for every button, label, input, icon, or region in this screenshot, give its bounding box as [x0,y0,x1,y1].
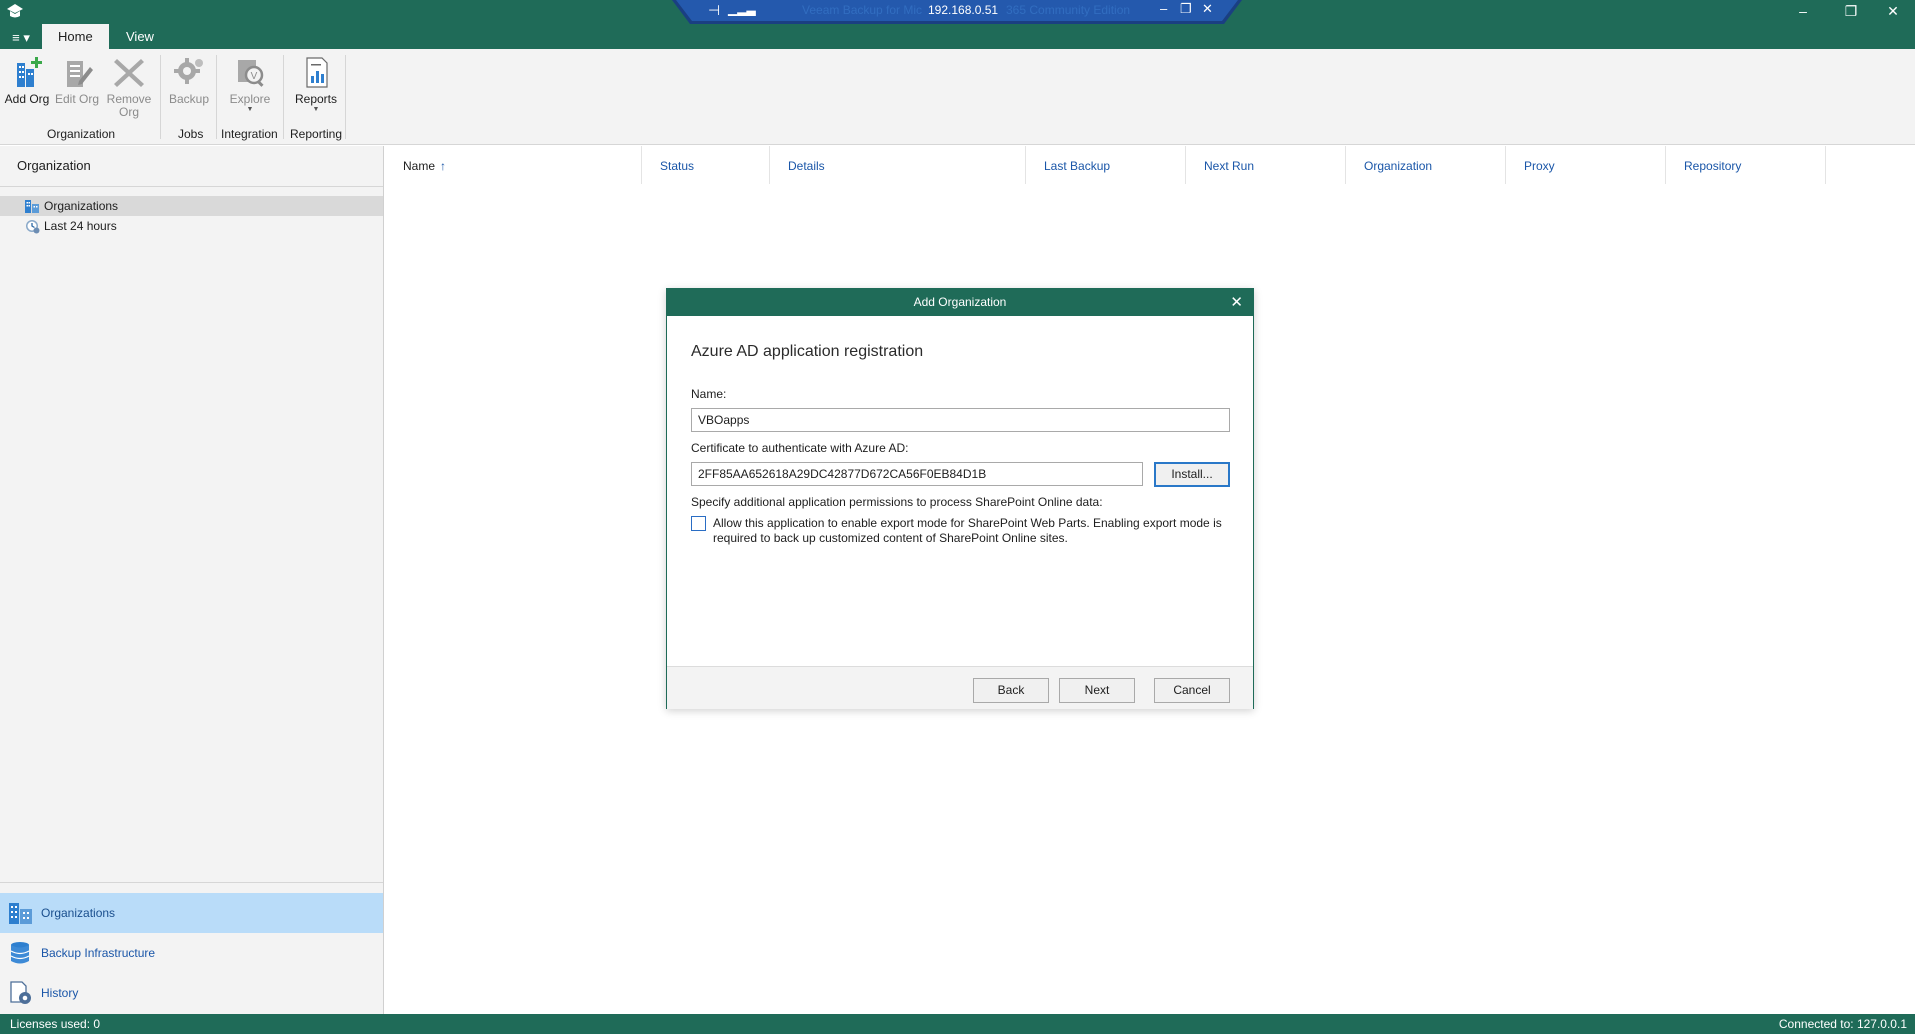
nav-history[interactable]: History [0,973,383,1013]
divider [0,882,383,883]
remote-title-faded: Veeam Backup for Mic [802,3,923,17]
tree-item-label: Organizations [44,199,119,213]
back-button[interactable]: Back [973,678,1049,703]
tab-home[interactable]: Home [42,24,109,49]
ribbon-separator [283,55,284,139]
column-header-details[interactable]: Details [770,146,1026,184]
app-menu-button[interactable]: ≡ ▾ [6,28,36,48]
add-org-icon [17,57,42,87]
edit-org-icon [67,61,93,87]
svg-text:V: V [251,71,258,82]
pin-icon[interactable]: ⊣ [708,2,720,19]
export-mode-label[interactable]: Allow this application to enable export … [713,516,1233,546]
nav-label: Backup Infrastructure [41,946,156,960]
status-bar: Licenses used: 0 Connected to: 127.0.0.1 [0,1014,1915,1034]
database-icon [10,942,30,964]
name-input[interactable]: VBOapps [691,408,1230,432]
remote-title-faded-right: 365 Community Edition [1006,3,1131,17]
organizations-icon [25,200,39,213]
cancel-button[interactable]: Cancel [1154,678,1230,703]
remote-restore-icon[interactable]: ❐ [1180,1,1192,17]
ribbon-separator [345,55,346,139]
remote-session-bar: ⊣ ▁▂▃ Veeam Backup for Mic 192.168.0.51 … [672,0,1242,24]
certificate-input[interactable]: 2FF85AA652618A29DC42877D672CA56F0EB84D1B [691,462,1143,486]
title-bar: ≡ ▾ Home View ⊣ ▁▂▃ Veeam Backup for Mic… [0,0,1915,49]
ribbon: Add Org Edit Org Remove Org Organization… [0,49,1915,145]
left-panel: Organization Organizations Last 24 hours [0,146,384,1014]
connection-status: Connected to: 127.0.0.1 [1778,1017,1907,1031]
nav-label: History [41,986,79,1000]
app-logo-icon [7,4,23,18]
group-label-jobs: Jobs [178,127,204,141]
group-label-integration: Integration [221,127,278,141]
column-header-name[interactable]: Name ↑ [385,146,642,184]
remove-org-button[interactable]: Remove Org [104,55,154,119]
explore-label: Explore [229,92,271,106]
sort-ascending-icon: ↑ [440,159,447,173]
close-icon[interactable]: ✕ [1870,1,1915,21]
install-button[interactable]: Install... [1154,462,1230,487]
explore-icon: V [238,60,264,87]
edit-org-label: Edit Org [54,92,99,106]
add-org-button[interactable]: Add Org [2,55,52,106]
edit-org-button[interactable]: Edit Org [52,55,102,106]
certificate-label: Certificate to authenticate with Azure A… [691,441,909,455]
column-label: Name [403,159,436,173]
next-button[interactable]: Next [1059,678,1135,703]
ribbon-separator [160,55,161,139]
reports-label: Reports [294,92,338,106]
tree-item-last-24-hours[interactable]: Last 24 hours [0,216,383,236]
remote-close-icon[interactable]: ✕ [1202,1,1213,17]
column-header-status[interactable]: Status [642,146,770,184]
chevron-down-icon: ▼ [246,106,254,113]
organizations-icon [9,903,32,924]
backup-button[interactable]: Backup [164,55,214,106]
backup-gear-icon [174,58,203,84]
remote-ip: 192.168.0.51 [928,3,999,17]
remote-minimize-icon[interactable]: – [1160,1,1167,16]
add-organization-dialog: Add Organization ✕ Azure AD application … [666,288,1254,709]
ribbon-separator [216,55,217,139]
dialog-close-icon[interactable]: ✕ [1230,289,1243,316]
group-label-organization: Organization [47,127,116,141]
dialog-heading: Azure AD application registration [691,343,924,360]
dialog-footer: Back Next Cancel [667,667,1253,709]
backup-label: Backup [168,92,210,106]
remove-org-label: Remove Org [106,92,152,119]
permissions-label: Specify additional application permissio… [691,495,1103,509]
nav-organizations[interactable]: Organizations [0,893,383,933]
explore-button[interactable]: V Explore ▼ [225,55,275,113]
column-header-last-backup[interactable]: Last Backup [1026,146,1186,184]
licenses-status: Licenses used: 0 [10,1017,101,1031]
column-header-proxy[interactable]: Proxy [1506,146,1666,184]
nav-label: Organizations [41,906,116,920]
divider [0,186,383,187]
column-header-next-run[interactable]: Next Run [1186,146,1346,184]
remove-icon [114,59,144,87]
tree-item-organizations[interactable]: Organizations [0,196,383,216]
dialog-title: Add Organization [667,289,1253,316]
tree-item-label: Last 24 hours [44,219,117,233]
name-label: Name: [691,387,727,401]
chevron-down-icon: ▼ [312,106,320,113]
add-org-label: Add Org [4,92,50,106]
tab-view[interactable]: View [110,24,170,49]
column-header-organization[interactable]: Organization [1346,146,1506,184]
restore-icon[interactable]: ❐ [1828,1,1874,21]
history-clock-icon [26,220,40,234]
nav-backup-infrastructure[interactable]: Backup Infrastructure [0,933,383,973]
signal-icon: ▁▂▃ [728,2,756,16]
minimize-icon[interactable]: – [1780,1,1826,21]
export-mode-checkbox[interactable] [691,516,706,531]
reports-button[interactable]: Reports ▼ [291,55,341,113]
left-panel-header: Organization [17,158,91,173]
group-label-reporting: Reporting [290,127,343,141]
column-header-repository[interactable]: Repository [1666,146,1826,184]
history-icon [10,981,31,1004]
reports-icon [306,57,328,88]
